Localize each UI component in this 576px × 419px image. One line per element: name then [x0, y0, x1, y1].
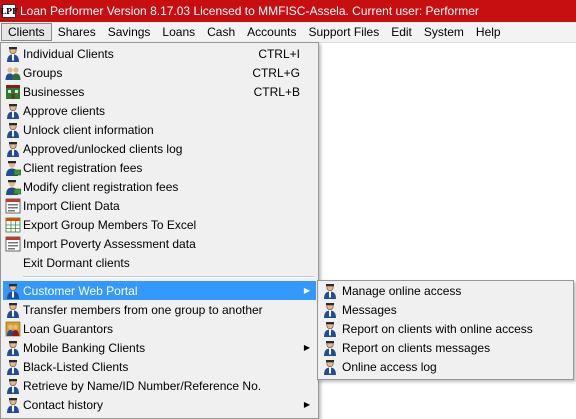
- person-icon: [7, 122, 19, 138]
- shortcut-text: CTRL+G: [252, 65, 300, 80]
- guarantor-icon: [5, 321, 21, 336]
- menu-shares[interactable]: Shares: [52, 23, 102, 41]
- menu-edit[interactable]: Edit: [385, 23, 418, 41]
- import-icon: [5, 198, 21, 213]
- menu-item-label: Import Poverty Assessment data: [23, 236, 196, 251]
- menu-item-label: Customer Web Portal: [23, 283, 138, 298]
- submenu-arrow-icon: ▶: [303, 286, 310, 295]
- person-icon: [324, 359, 336, 375]
- excel-icon: [5, 217, 21, 232]
- menu-item-approved-unlocked-log[interactable]: Approved/unlocked clients log: [3, 139, 316, 158]
- menu-bar: Clients Shares Savings Loans Cash Accoun…: [0, 22, 576, 43]
- menu-item-import-client-data[interactable]: Import Client Data: [3, 196, 316, 215]
- menu-savings[interactable]: Savings: [102, 23, 157, 41]
- menu-item-contact-history[interactable]: Contact history ▶: [3, 395, 316, 414]
- menu-item-unlock-client-information[interactable]: Unlock client information: [3, 120, 316, 139]
- shortcut-text: CTRL+B: [253, 84, 300, 99]
- menu-item-label: Businesses: [23, 84, 85, 99]
- menu-item-label: Exit Dormant clients: [23, 255, 130, 270]
- menu-item-customer-web-portal[interactable]: Customer Web Portal ▶: [3, 281, 316, 300]
- person-icon: [7, 141, 19, 157]
- person-icon: [324, 283, 336, 299]
- person-icon: [7, 359, 19, 375]
- menu-item-import-poverty-data[interactable]: Import Poverty Assessment data: [3, 234, 316, 253]
- menu-item-groups[interactable]: Groups CTRL+G: [3, 63, 316, 82]
- menu-item-label: Mobile Banking Clients: [23, 340, 146, 355]
- submenu-item-report-online-access[interactable]: Report on clients with online access: [320, 319, 571, 338]
- person-icon: [7, 103, 19, 119]
- person-money-icon: [6, 160, 21, 176]
- menu-item-businesses[interactable]: Businesses CTRL+B: [3, 82, 316, 101]
- menu-item-label: Report on clients messages: [342, 340, 491, 355]
- submenu-arrow-icon: ▶: [303, 343, 310, 352]
- menu-system[interactable]: System: [418, 23, 470, 41]
- menu-cash[interactable]: Cash: [201, 23, 241, 41]
- menu-item-label: Approve clients: [23, 103, 106, 118]
- menu-item-approve-clients[interactable]: Approve clients: [3, 101, 316, 120]
- menu-separator: [23, 276, 314, 278]
- group-icon: [5, 66, 21, 80]
- menu-help[interactable]: Help: [470, 23, 507, 41]
- menu-item-label: Loan Guarantors: [23, 321, 114, 336]
- menu-item-modify-registration-fees[interactable]: Modify client registration fees: [3, 177, 316, 196]
- menu-item-transfer-members[interactable]: Transfer members from one group to anoth…: [3, 300, 316, 319]
- submenu-item-messages[interactable]: Messages: [320, 300, 571, 319]
- import-icon: [5, 236, 21, 251]
- title-bar: LPF Loan Performer Version 8.17.03 Licen…: [0, 0, 576, 22]
- menu-item-label: Import Client Data: [23, 198, 120, 213]
- person-money-icon: [6, 179, 21, 195]
- person-icon: [324, 321, 336, 337]
- menu-item-label: Transfer members from one group to anoth…: [23, 302, 263, 317]
- menu-item-label: Manage online access: [342, 283, 462, 298]
- menu-item-label: Online access log: [342, 359, 437, 374]
- menu-item-label: Approved/unlocked clients log: [23, 141, 183, 156]
- app-logo-icon: LPF: [0, 4, 18, 18]
- menu-item-retrieve-by-name[interactable]: Retrieve by Name/ID Number/Reference No.: [3, 376, 316, 395]
- menu-item-export-group-members[interactable]: Export Group Members To Excel: [3, 215, 316, 234]
- web-portal-submenu: Manage online access Messages Report on …: [317, 280, 574, 380]
- menu-item-label: Contact history: [23, 397, 104, 412]
- submenu-item-online-access-log[interactable]: Online access log: [320, 357, 571, 376]
- business-icon: [6, 84, 20, 99]
- menu-item-individual-clients[interactable]: Individual Clients CTRL+I: [3, 44, 316, 63]
- person-icon: [7, 302, 19, 318]
- submenu-arrow-icon: ▶: [303, 400, 310, 409]
- menu-loans[interactable]: Loans: [156, 23, 201, 41]
- shortcut-text: CTRL+I: [258, 46, 300, 61]
- person-icon: [7, 378, 19, 394]
- person-icon: [7, 397, 19, 413]
- menu-item-label: Black-Listed Clients: [23, 359, 129, 374]
- menu-accounts[interactable]: Accounts: [241, 23, 302, 41]
- menu-item-label: Report on clients with online access: [342, 321, 533, 336]
- person-icon: [7, 46, 19, 62]
- menu-item-label: Modify client registration fees: [23, 179, 179, 194]
- person-icon: [7, 283, 19, 299]
- menu-clients[interactable]: Clients: [1, 23, 52, 41]
- window-title: Loan Performer Version 8.17.03 Licensed …: [20, 4, 479, 18]
- menu-item-exit-dormant-clients[interactable]: Exit Dormant clients: [3, 253, 316, 272]
- menu-item-label: Individual Clients: [23, 46, 114, 61]
- person-icon: [324, 302, 336, 318]
- menu-item-label: Export Group Members To Excel: [23, 217, 197, 232]
- menu-support-files[interactable]: Support Files: [303, 23, 386, 41]
- menu-item-loan-guarantors[interactable]: Loan Guarantors: [3, 319, 316, 338]
- clients-menu: Individual Clients CTRL+I Groups CTRL+G …: [0, 42, 319, 419]
- person-icon: [7, 340, 19, 356]
- menu-item-black-listed-clients[interactable]: Black-Listed Clients: [3, 357, 316, 376]
- submenu-item-manage-online-access[interactable]: Manage online access: [320, 281, 571, 300]
- menu-item-label: Groups: [23, 65, 63, 80]
- menu-item-mobile-banking-clients[interactable]: Mobile Banking Clients ▶: [3, 338, 316, 357]
- menu-item-label: Client registration fees: [23, 160, 143, 175]
- menu-item-label: Retrieve by Name/ID Number/Reference No.: [23, 378, 262, 393]
- menu-item-client-registration-fees[interactable]: Client registration fees: [3, 158, 316, 177]
- menu-item-label: Unlock client information: [23, 122, 154, 137]
- person-icon: [324, 340, 336, 356]
- submenu-item-report-client-messages[interactable]: Report on clients messages: [320, 338, 571, 357]
- menu-item-label: Messages: [342, 302, 397, 317]
